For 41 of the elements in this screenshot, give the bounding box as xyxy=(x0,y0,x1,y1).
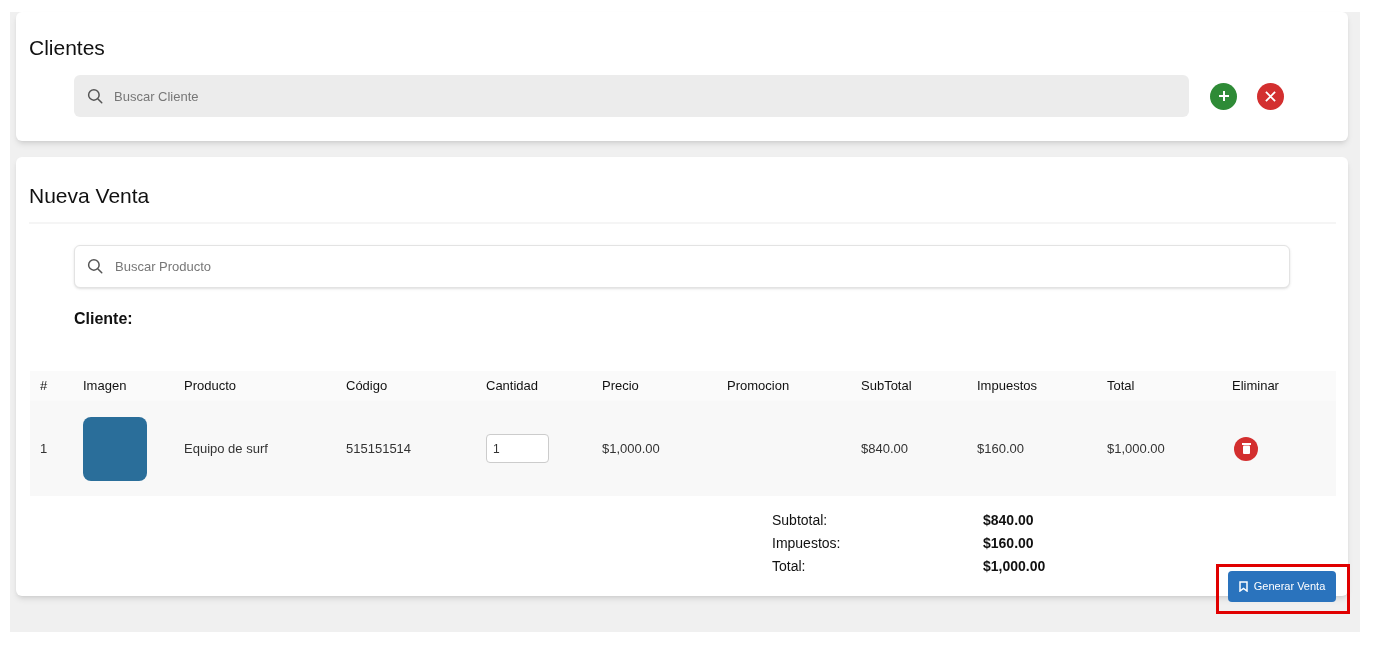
column-header: Promocion xyxy=(727,377,791,396)
column-header: Total xyxy=(1107,377,1136,396)
add-button[interactable] xyxy=(1210,82,1237,110)
total-label: Subtotal: xyxy=(772,511,829,530)
table-cell-text: 515151514 xyxy=(346,439,413,458)
column-header: Imagen xyxy=(83,377,128,396)
clear-button[interactable] xyxy=(1257,82,1284,110)
table-cell-text: 1 xyxy=(40,439,49,458)
generate-sale-button[interactable]: Generar Venta xyxy=(1228,571,1336,602)
column-header: Eliminar xyxy=(1232,377,1280,396)
close-icon xyxy=(1265,90,1276,102)
table-cell-text: $1,000.00 xyxy=(602,439,661,458)
delete-button[interactable] xyxy=(1234,436,1258,461)
table-cell-text: $160.00 xyxy=(977,439,1025,458)
total-label: Total: xyxy=(772,557,807,576)
client-search-field[interactable]: Buscar Cliente xyxy=(74,75,1189,117)
trash-icon xyxy=(1241,443,1251,454)
section-title: Clientes xyxy=(29,35,106,61)
table-cell-text: $840.00 xyxy=(861,439,909,458)
column-header: Producto xyxy=(184,377,238,396)
search-icon xyxy=(86,257,104,275)
column-header: Código xyxy=(346,377,389,396)
plus-icon xyxy=(1217,90,1230,102)
column-header: # xyxy=(40,377,49,396)
product-search-field[interactable]: Buscar Producto xyxy=(74,245,1290,288)
total-label: Impuestos: xyxy=(772,534,842,553)
total-value: $1,000.00 xyxy=(983,557,1046,576)
photo-placeholder xyxy=(83,416,147,481)
table-cell-text: $1,000.00 xyxy=(1107,439,1166,458)
column-header: Precio xyxy=(602,377,640,396)
column-header: Cantidad xyxy=(486,377,540,396)
total-value: $160.00 xyxy=(983,534,1034,553)
table-cell-text: Equipo de surf xyxy=(184,439,269,458)
bookmark-icon xyxy=(1238,581,1248,592)
column-header: SubTotal xyxy=(861,377,913,396)
quantity-field[interactable]: 1 xyxy=(486,434,549,463)
column-header: Impuestos xyxy=(977,377,1038,396)
total-value: $840.00 xyxy=(983,511,1034,530)
search-icon xyxy=(86,87,104,105)
client-label: Cliente: xyxy=(74,309,134,329)
section-title: Nueva Venta xyxy=(29,183,151,209)
